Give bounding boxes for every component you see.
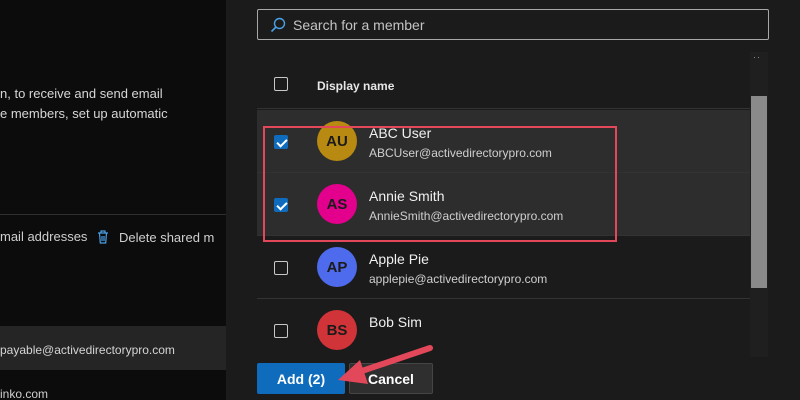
- select-all-checkbox[interactable]: [274, 77, 288, 91]
- search-box[interactable]: [257, 9, 769, 40]
- column-header-display-name[interactable]: Display name: [317, 79, 394, 93]
- delete-shared-label: Delete shared m: [119, 229, 215, 245]
- add-button[interactable]: Add (2): [257, 363, 345, 394]
- list-item[interactable]: AS Annie Smith AnnieSmith@activedirector…: [257, 173, 767, 236]
- email-addresses-action[interactable]: mail addresses: [0, 229, 87, 244]
- list-item[interactable]: AP Apple Pie applepie@activedirectorypro…: [257, 236, 767, 299]
- member-name: Bob Sim: [369, 314, 422, 330]
- background-page: n, to receive and send email e members, …: [0, 0, 230, 400]
- list-item[interactable]: AU ABC User ABCUser@activedirectorypro.c…: [257, 110, 767, 173]
- member-email: applepie@activedirectorypro.com: [369, 272, 548, 286]
- background-row-email: payable@activedirectorypro.com: [0, 343, 175, 357]
- scrollbar-thumb[interactable]: [751, 96, 767, 288]
- member-checkbox[interactable]: [274, 135, 288, 149]
- member-email: ABCUser@activedirectorypro.com: [369, 146, 552, 160]
- search-icon: [270, 17, 286, 32]
- member-checkbox[interactable]: [274, 261, 288, 275]
- background-actions: mail addresses Delete shared m: [0, 229, 230, 249]
- avatar: AU: [317, 121, 357, 161]
- member-checkbox[interactable]: [274, 324, 288, 338]
- trash-icon: [98, 230, 108, 244]
- delete-shared-action[interactable]: Delete shared m: [96, 229, 214, 245]
- member-name: Apple Pie: [369, 251, 429, 267]
- member-checkbox[interactable]: [274, 198, 288, 212]
- list-item[interactable]: BS Bob Sim: [257, 299, 767, 357]
- search-input[interactable]: [293, 16, 733, 33]
- member-name: ABC User: [369, 125, 432, 141]
- avatar: AP: [317, 247, 357, 287]
- avatar: AS: [317, 184, 357, 224]
- member-list: Display name AU ABC User ABCUser@actived…: [257, 57, 767, 357]
- divider: [0, 214, 230, 215]
- background-description-line: n, to receive and send email: [0, 86, 163, 101]
- scrollbar-grip-icon: ··: [753, 52, 761, 62]
- background-bottom-text: inko.com: [0, 387, 49, 400]
- list-header: Display name: [257, 57, 767, 109]
- background-description-line: e members, set up automatic: [0, 106, 168, 121]
- member-email: AnnieSmith@activedirectorypro.com: [369, 209, 564, 223]
- panel-footer: Add (2) Cancel: [226, 357, 800, 400]
- background-row: payable@activedirectorypro.com: [0, 326, 230, 370]
- background-description: n, to receive and send email e members, …: [0, 84, 230, 124]
- add-members-panel: Display name AU ABC User ABCUser@actived…: [226, 0, 800, 400]
- cancel-button[interactable]: Cancel: [349, 363, 433, 394]
- member-name: Annie Smith: [369, 188, 445, 204]
- avatar: BS: [317, 310, 357, 350]
